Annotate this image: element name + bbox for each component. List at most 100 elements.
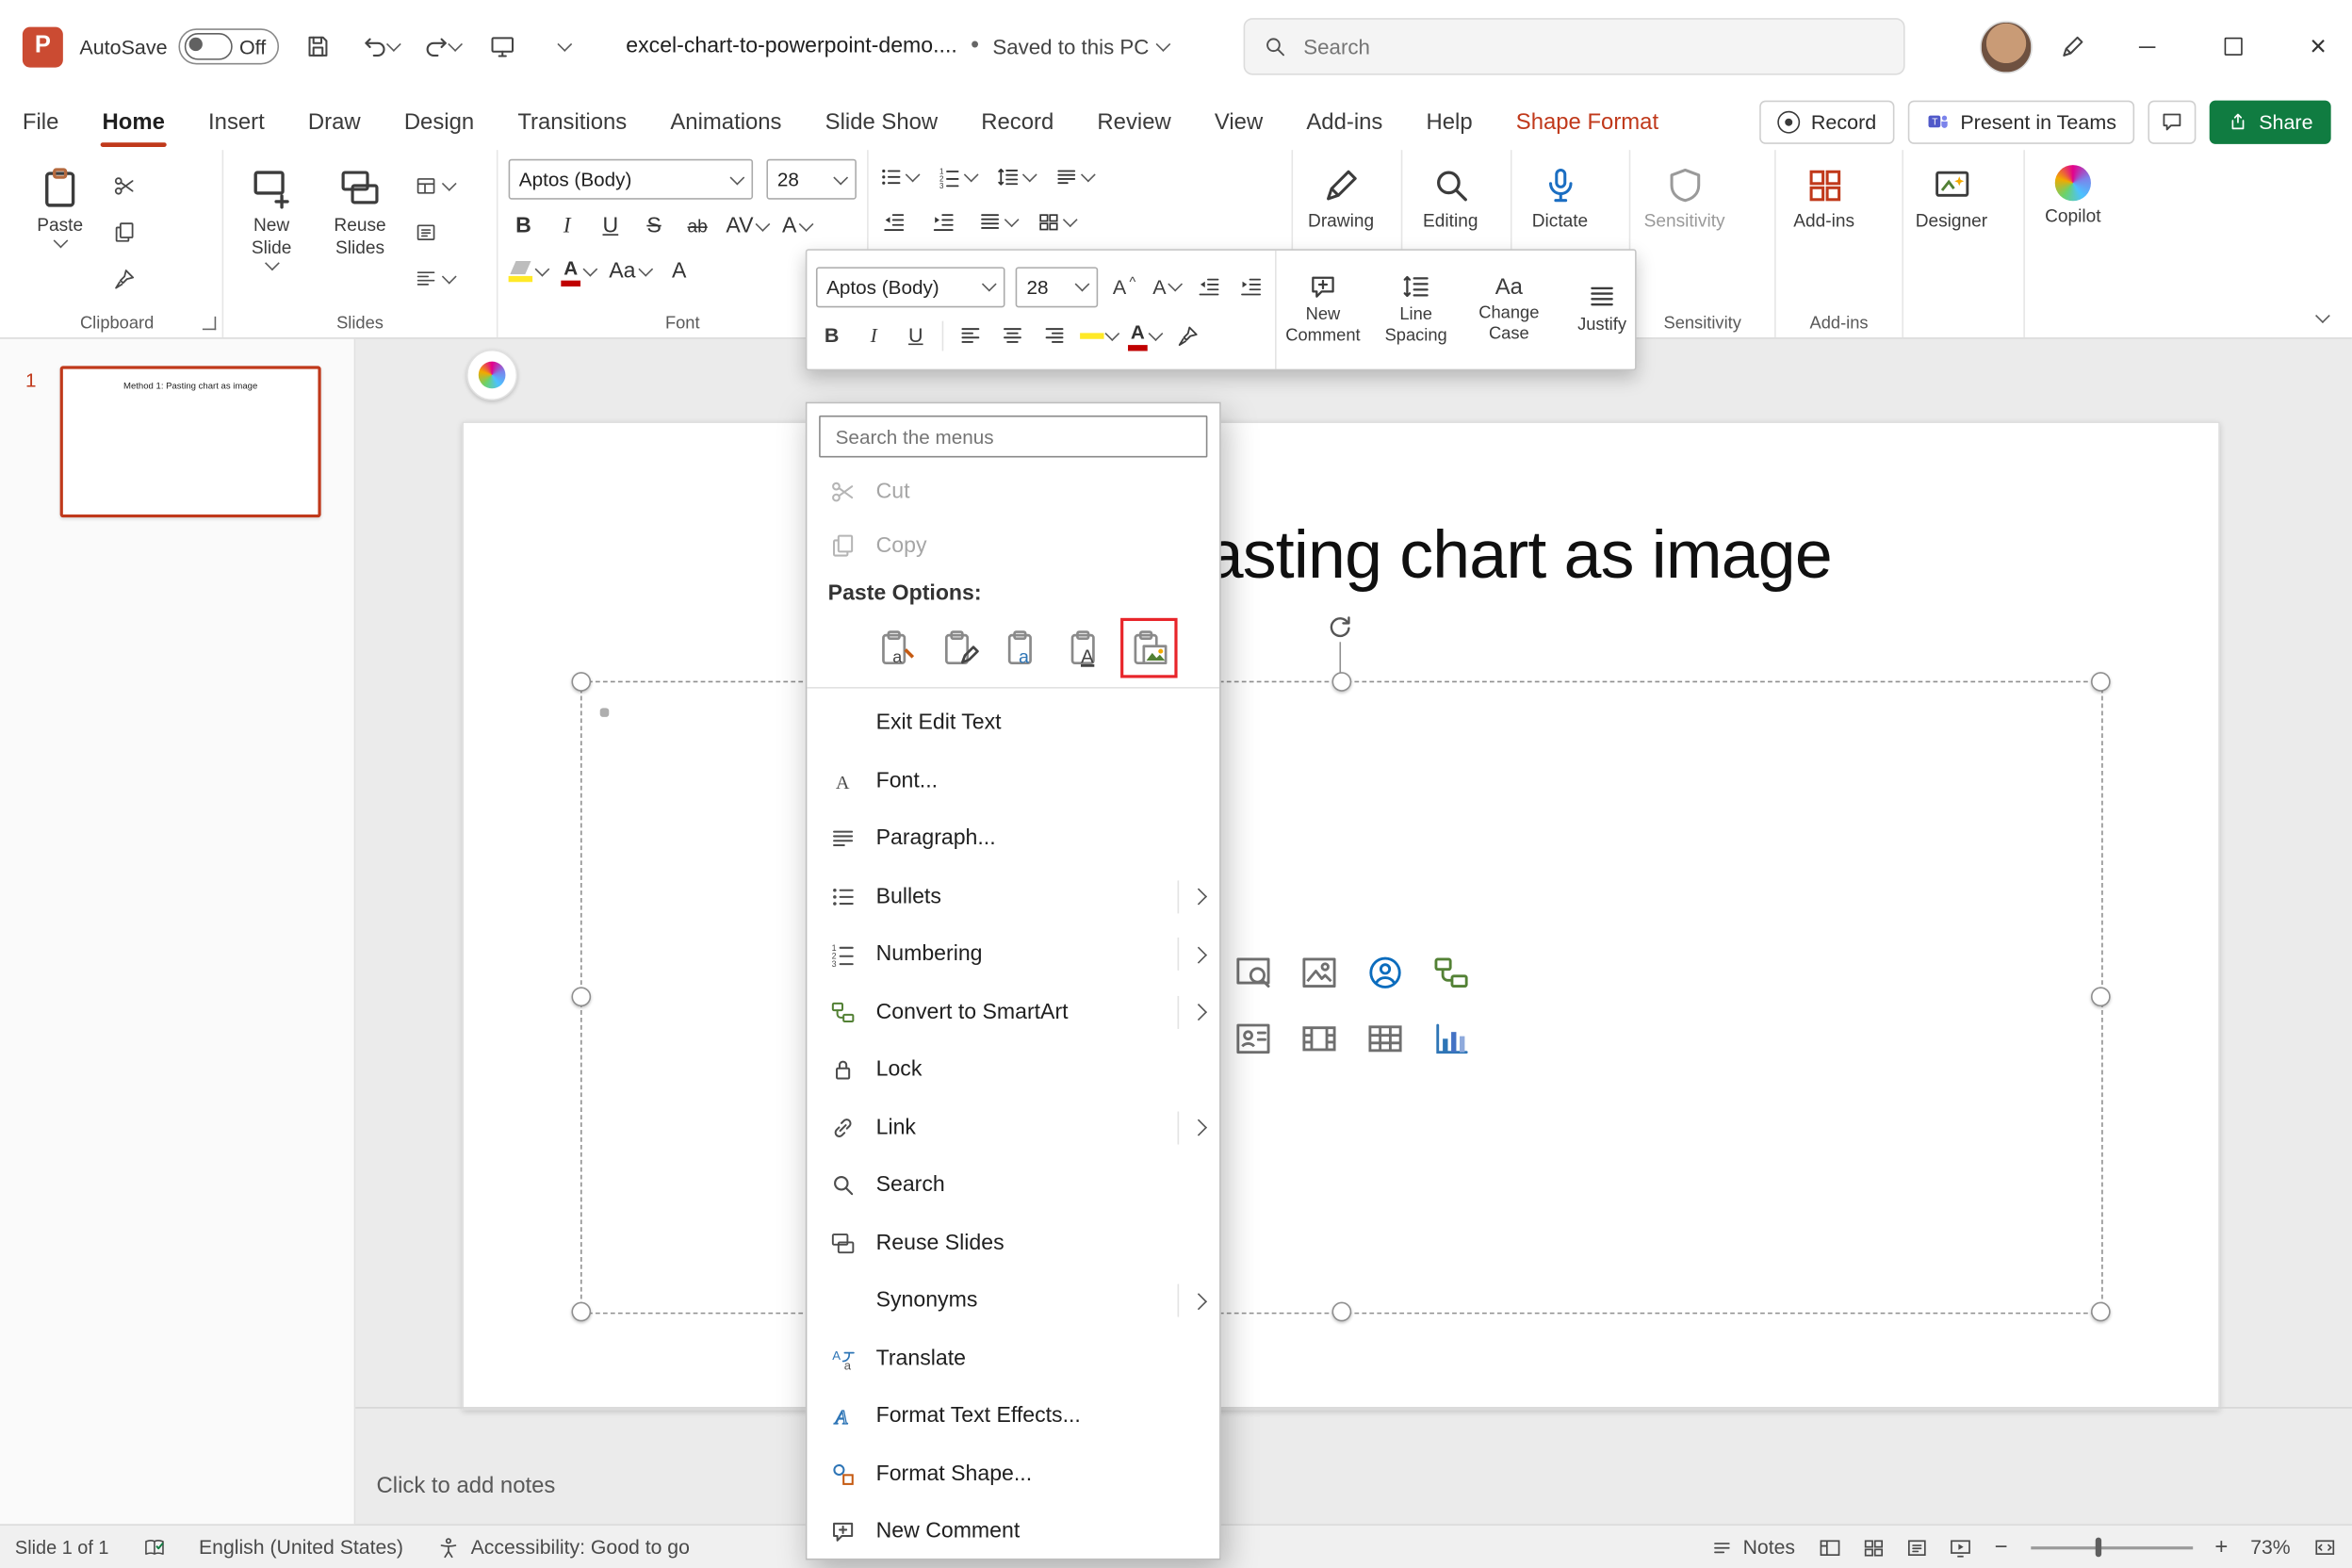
resize-handle-middle-right[interactable]	[2091, 987, 2111, 1006]
copilot-slide-button[interactable]	[466, 350, 517, 400]
mini-decrease-indent-button[interactable]	[1192, 270, 1223, 304]
resize-handle-bottom-center[interactable]	[1332, 1302, 1352, 1322]
clipboard-dialog-launcher[interactable]	[203, 317, 216, 330]
slide-thumbnail[interactable]: Method 1: Pasting chart as image	[60, 366, 321, 517]
align-text-button[interactable]	[978, 204, 1017, 239]
save-button[interactable]	[296, 24, 341, 69]
text-shadow-button[interactable]: ab	[682, 208, 712, 244]
new-comment-button[interactable]: New Comment	[1277, 251, 1370, 369]
ribbon-tab[interactable]: Insert	[206, 95, 266, 148]
grow-font-button[interactable]: A^	[1108, 270, 1139, 304]
resize-handle-middle-left[interactable]	[571, 987, 591, 1006]
columns-button[interactable]	[1037, 204, 1075, 239]
font-name-combo[interactable]: Aptos (Body)	[509, 159, 754, 200]
slide-title-text[interactable]: Method 1: Pasting chart as image	[464, 516, 2218, 595]
context-menu-item[interactable]: Paragraph...	[807, 810, 1219, 868]
sensitivity-button[interactable]: Sensitivity	[1641, 159, 1727, 308]
context-menu-item[interactable]: Bullets	[807, 868, 1219, 925]
resize-handle-bottom-right[interactable]	[2091, 1302, 2111, 1322]
bold-button[interactable]: B	[509, 208, 539, 244]
minimize-button[interactable]	[2114, 0, 2181, 93]
mini-bold-button[interactable]: B	[816, 318, 847, 353]
reuse-slides-button[interactable]: Reuse Slides	[317, 159, 403, 308]
insert-contact-card-button[interactable]	[1219, 1005, 1285, 1071]
justify-button[interactable]: Justify	[1556, 251, 1649, 369]
ribbon-tab[interactable]: Home	[101, 95, 167, 148]
context-menu-item[interactable]: Font...	[807, 752, 1219, 809]
insert-chart-button[interactable]	[1417, 1005, 1483, 1071]
mini-italic-button[interactable]: I	[858, 318, 890, 353]
mini-format-painter-button[interactable]	[1171, 318, 1202, 353]
zoom-slider[interactable]	[2031, 1545, 2193, 1548]
text-effects-small-button[interactable]: A	[782, 208, 812, 244]
ribbon-tab[interactable]: Draw	[306, 95, 362, 148]
change-case-button[interactable]: Aa	[609, 253, 650, 289]
search-input[interactable]	[1300, 33, 1787, 60]
clear-formatting-button[interactable]: A	[664, 253, 694, 289]
zoom-in-button[interactable]: +	[2214, 1534, 2228, 1560]
slide-sorter-view-button[interactable]	[1861, 1535, 1885, 1559]
text-direction-button[interactable]	[1054, 159, 1093, 195]
insert-cameo-button[interactable]	[1351, 939, 1417, 1004]
save-status-menu[interactable]: Saved to this PC	[992, 35, 1168, 58]
autosave-toggle[interactable]: AutoSave Off	[79, 28, 279, 64]
new-slide-button[interactable]: New Slide	[234, 159, 309, 308]
slideshow-view-button[interactable]	[1948, 1535, 1971, 1559]
reading-view-button[interactable]	[1904, 1535, 1928, 1559]
menu-search-box[interactable]	[819, 416, 1207, 458]
mini-highlight-button[interactable]	[1080, 318, 1118, 353]
insert-video-button[interactable]	[1285, 1005, 1351, 1071]
record-button[interactable]: Record	[1760, 100, 1895, 143]
mini-font-name-combo[interactable]: Aptos (Body)	[816, 267, 1005, 307]
bullets-button[interactable]	[879, 159, 918, 195]
redo-button[interactable]	[419, 24, 465, 69]
undo-button[interactable]	[357, 24, 402, 69]
underline-button[interactable]: U	[596, 208, 626, 244]
paste-keep-source-formatting-icon[interactable]	[873, 623, 921, 674]
notes-splitter[interactable]	[355, 1407, 2352, 1409]
section-button[interactable]	[411, 259, 457, 298]
search-box[interactable]	[1244, 18, 1905, 74]
close-button[interactable]: ×	[2284, 0, 2352, 93]
resize-handle-bottom-left[interactable]	[571, 1302, 591, 1322]
font-size-combo[interactable]: 28	[767, 159, 857, 200]
powerpoint-logo-icon[interactable]: P	[23, 26, 63, 67]
context-menu-item[interactable]: Link	[807, 1099, 1219, 1156]
customize-quick-access-button[interactable]	[542, 24, 587, 69]
format-painter-button[interactable]	[105, 259, 143, 298]
insert-smartart-button[interactable]	[1417, 939, 1483, 1004]
pen-tools-button[interactable]	[2050, 24, 2096, 69]
present-in-teams-button[interactable]: Present in Teams	[1908, 100, 2134, 143]
insert-table-button[interactable]	[1351, 1005, 1417, 1071]
language-button[interactable]: English (United States)	[199, 1536, 403, 1559]
mini-align-right-button[interactable]	[1038, 318, 1070, 353]
change-case-button[interactable]: Aa Change Case	[1462, 251, 1556, 369]
highlight-color-button[interactable]	[509, 253, 547, 289]
character-spacing-button[interactable]: AV	[726, 208, 768, 244]
copy-button[interactable]	[105, 213, 143, 252]
addins-button[interactable]: Add-ins	[1787, 159, 1862, 308]
paste-merge-formatting-icon[interactable]	[936, 623, 984, 674]
context-menu-item[interactable]: Format Shape...	[807, 1446, 1219, 1503]
accessibility-checker-button[interactable]: Accessibility: Good to go	[436, 1535, 690, 1559]
ribbon-tab[interactable]: Transitions	[516, 95, 629, 148]
resize-handle-top-left[interactable]	[571, 672, 591, 692]
ribbon-tab[interactable]: Shape Format	[1514, 95, 1659, 148]
ribbon-tab[interactable]: Review	[1096, 95, 1172, 148]
context-menu-item[interactable]: Translate	[807, 1330, 1219, 1387]
context-menu-item[interactable]: Format Text Effects...	[807, 1387, 1219, 1445]
mini-align-center-button[interactable]	[996, 318, 1027, 353]
paste-button[interactable]: Paste	[23, 159, 98, 308]
context-menu-item[interactable]: Convert to SmartArt	[807, 983, 1219, 1040]
ribbon-tab[interactable]: Record	[980, 95, 1055, 148]
ribbon-tab[interactable]: Animations	[669, 95, 783, 148]
reset-slide-button[interactable]	[411, 213, 457, 252]
context-menu-item[interactable]: New Comment	[807, 1503, 1219, 1560]
fit-slide-button[interactable]	[2313, 1535, 2337, 1559]
mini-align-left-button[interactable]	[954, 318, 985, 353]
notes-toggle-button[interactable]: Notes	[1711, 1536, 1795, 1559]
slide-canvas[interactable]: Method 1: Pasting chart as image	[462, 421, 2220, 1410]
share-button[interactable]: Share	[2210, 100, 2331, 143]
line-spacing-button[interactable]	[996, 159, 1035, 195]
increase-indent-button[interactable]	[928, 204, 958, 239]
